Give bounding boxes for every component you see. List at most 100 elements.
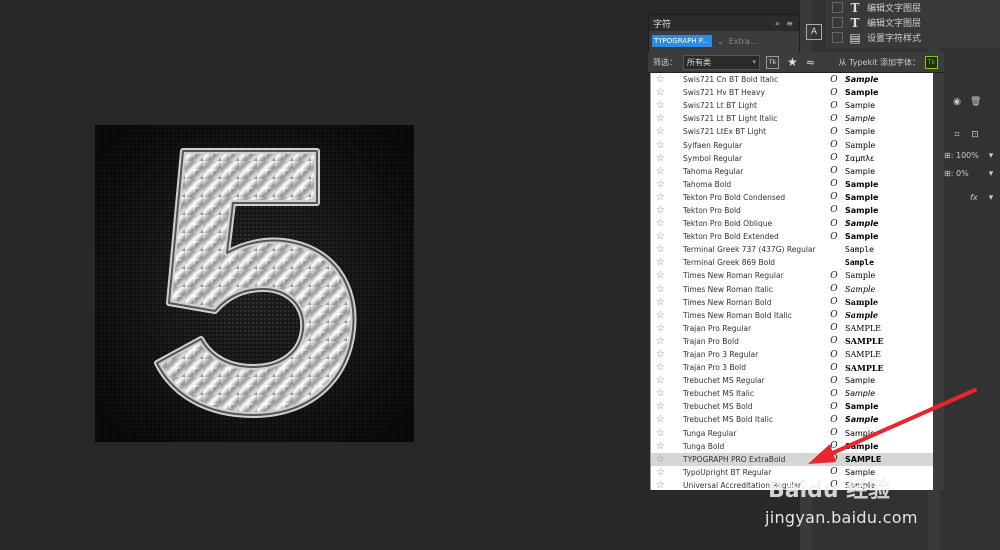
lock-icon[interactable]: ⊡ bbox=[970, 130, 980, 140]
typekit-add-icon[interactable]: Tk bbox=[925, 55, 938, 69]
star-outline-icon[interactable]: ☆ bbox=[656, 179, 667, 190]
checkbox[interactable] bbox=[832, 2, 843, 13]
checkbox[interactable] bbox=[832, 17, 843, 28]
star-outline-icon[interactable]: ☆ bbox=[656, 74, 667, 85]
font-list-item[interactable]: ☆ Times New Roman Regular O Sample bbox=[651, 269, 933, 282]
font-list-item[interactable]: ☆ Tekton Pro Bold O Sample bbox=[651, 204, 933, 217]
fx-icon[interactable]: fx bbox=[970, 193, 978, 202]
star-outline-icon[interactable]: ☆ bbox=[656, 441, 667, 452]
font-sample: Sample bbox=[845, 310, 879, 321]
similar-icon[interactable]: ≈ bbox=[806, 56, 815, 69]
character-panel-icon[interactable]: A bbox=[806, 24, 822, 40]
font-sample: Sample bbox=[845, 114, 875, 124]
star-outline-icon[interactable]: ☆ bbox=[656, 323, 667, 334]
star-outline-icon[interactable]: ☆ bbox=[656, 218, 667, 229]
fill-value[interactable]: 0% bbox=[956, 169, 969, 178]
font-list-item[interactable]: ☆ Symbol Regular O Σαμπλε bbox=[651, 152, 933, 165]
star-outline-icon[interactable]: ☆ bbox=[656, 166, 667, 177]
star-outline-icon[interactable]: ☆ bbox=[656, 310, 667, 321]
star-outline-icon[interactable]: ☆ bbox=[656, 375, 667, 386]
star-outline-icon[interactable]: ☆ bbox=[656, 414, 667, 425]
font-list-item[interactable]: ☆ Terminal Greek 869 Bold Sample bbox=[651, 256, 933, 269]
typekit-filter-icon[interactable]: Tk bbox=[766, 55, 779, 69]
star-outline-icon[interactable]: ☆ bbox=[656, 467, 667, 478]
font-list-item[interactable]: ☆ Tekton Pro Bold Condensed O Sample bbox=[651, 191, 933, 204]
opacity-value[interactable]: 100% bbox=[956, 151, 979, 160]
chevron-down-icon[interactable]: ⌄ bbox=[717, 37, 724, 46]
font-list-item[interactable]: ☆ Times New Roman Bold Italic O Sample bbox=[651, 309, 933, 322]
font-list-item[interactable]: ☆ Trajan Pro 3 Regular O SAMPLE bbox=[651, 348, 933, 361]
star-outline-icon[interactable]: ☆ bbox=[656, 388, 667, 399]
star-outline-icon[interactable]: ☆ bbox=[656, 454, 667, 465]
font-name: Tahoma Regular bbox=[683, 166, 744, 176]
font-list-item[interactable]: ☆ Times New Roman Bold O Sample bbox=[651, 296, 933, 309]
transform-icon[interactable]: ⌗ bbox=[952, 130, 962, 140]
font-list-item[interactable]: ☆ Tekton Pro Bold Oblique O Sample bbox=[651, 217, 933, 230]
font-name: Swis721 Hv BT Heavy bbox=[683, 88, 765, 98]
font-list-item[interactable]: ☆ Tahoma Regular O Sample bbox=[651, 165, 933, 178]
font-list-item[interactable]: ☆ Swis721 LtEx BT Light O Sample bbox=[651, 125, 933, 138]
font-style-select[interactable]: Extra... bbox=[729, 37, 758, 46]
history-item[interactable]: T 编辑文字图层 bbox=[826, 15, 1000, 30]
star-outline-icon[interactable]: ☆ bbox=[656, 140, 667, 151]
star-outline-icon[interactable]: ☆ bbox=[656, 362, 667, 373]
font-list-item[interactable]: ☆ Trebuchet MS Regular O Sample bbox=[651, 374, 933, 387]
font-list-item[interactable]: ☆ Trajan Pro 3 Bold O SAMPLE bbox=[651, 361, 933, 374]
trash-icon[interactable]: 🗑 bbox=[970, 97, 981, 107]
font-list-item[interactable]: ☆ Swis721 Lt BT Light Italic O Sample bbox=[651, 112, 933, 125]
star-outline-icon[interactable]: ☆ bbox=[656, 231, 667, 242]
star-outline-icon[interactable]: ☆ bbox=[656, 257, 667, 268]
character-panel-title[interactable]: 字符 bbox=[653, 17, 671, 30]
font-list-item[interactable]: ☆ Times New Roman Italic O Sample bbox=[651, 283, 933, 296]
camera-icon[interactable]: ◉ bbox=[952, 97, 962, 107]
star-outline-icon[interactable]: ☆ bbox=[656, 87, 667, 98]
font-list-item[interactable]: ☆ TYPOGRAPH PRO ExtraBold O SAMPLE bbox=[651, 452, 933, 466]
star-outline-icon[interactable]: ☆ bbox=[656, 153, 667, 164]
star-outline-icon[interactable]: ☆ bbox=[656, 126, 667, 137]
star-outline-icon[interactable]: ☆ bbox=[656, 100, 667, 111]
font-list-scrollbar[interactable] bbox=[933, 73, 944, 490]
star-outline-icon[interactable]: ☆ bbox=[656, 297, 667, 308]
font-list-item[interactable]: ☆ Sylfaen Regular O Sample bbox=[651, 138, 933, 151]
star-outline-icon[interactable]: ☆ bbox=[656, 336, 667, 347]
star-outline-icon[interactable]: ☆ bbox=[656, 480, 667, 490]
star-icon[interactable]: ★ bbox=[787, 55, 798, 69]
font-list-item[interactable]: ☆ Trajan Pro Regular O SAMPLE bbox=[651, 322, 933, 335]
font-list-item[interactable]: ☆ Tekton Pro Bold Extended O Sample bbox=[651, 230, 933, 243]
chevron-down-icon[interactable]: ▾ bbox=[986, 193, 996, 203]
history-list: T 编辑文字图层 T 编辑文字图层 ▤ 设置字符样式 bbox=[826, 0, 1000, 48]
star-outline-icon[interactable]: ☆ bbox=[656, 284, 667, 295]
font-list-item[interactable]: ☆ Trajan Pro Bold O SAMPLE bbox=[651, 335, 933, 348]
star-outline-icon[interactable]: ☆ bbox=[656, 428, 667, 439]
font-dropdown-list: ☆ Swis721 Cn BT Bold Italic O Sample ☆ Swis72… bbox=[650, 73, 933, 490]
canvas-artwork bbox=[95, 125, 414, 442]
star-outline-icon[interactable]: ☆ bbox=[656, 192, 667, 203]
font-list-item[interactable]: ☆ Trebuchet MS Bold Italic O Sample bbox=[651, 413, 933, 426]
font-list-item[interactable]: ☆ Tunga Bold O Sample bbox=[651, 440, 933, 453]
font-list-item[interactable]: ☆ Swis721 Lt BT Light O Sample bbox=[651, 99, 933, 112]
star-outline-icon[interactable]: ☆ bbox=[656, 401, 667, 412]
font-list-item[interactable]: ☆ Swis721 Hv BT Heavy O Sample bbox=[651, 86, 933, 99]
star-outline-icon[interactable]: ☆ bbox=[656, 244, 667, 255]
filter-category-select[interactable]: 所有类 ▾ bbox=[683, 54, 760, 70]
history-item[interactable]: ▤ 设置字符样式 bbox=[826, 30, 1000, 45]
history-item[interactable]: T 编辑文字图层 bbox=[826, 0, 1000, 15]
chevron-down-icon[interactable]: ▾ bbox=[986, 169, 996, 179]
font-list-item[interactable]: ☆ Tunga Regular O Sample bbox=[651, 427, 933, 440]
star-outline-icon[interactable]: ☆ bbox=[656, 205, 667, 216]
font-list-item[interactable]: ☆ Trebuchet MS Bold O Sample bbox=[651, 400, 933, 413]
font-list-item[interactable]: ☆ Tahoma Bold O Sample bbox=[651, 178, 933, 191]
checkbox[interactable] bbox=[832, 32, 843, 43]
opentype-icon: O bbox=[830, 441, 838, 452]
star-outline-icon[interactable]: ☆ bbox=[656, 349, 667, 360]
chevron-down-icon[interactable]: ▾ bbox=[986, 151, 996, 161]
font-list-item[interactable]: ☆ Terminal Greek 737 (437G) Regular Sample bbox=[651, 243, 933, 256]
font-family-input[interactable]: TYPOGRAPH P... bbox=[652, 35, 712, 47]
font-sample: SAMPLE bbox=[845, 454, 882, 464]
font-list-item[interactable]: ☆ Swis721 Cn BT Bold Italic O Sample bbox=[651, 73, 933, 86]
panel-menu-icon[interactable]: » ≡ bbox=[775, 19, 795, 28]
star-outline-icon[interactable]: ☆ bbox=[656, 113, 667, 124]
font-list-item[interactable]: ☆ Trebuchet MS Italic O Sample bbox=[651, 387, 933, 400]
font-name: Swis721 LtEx BT Light bbox=[683, 127, 767, 137]
star-outline-icon[interactable]: ☆ bbox=[656, 270, 667, 281]
